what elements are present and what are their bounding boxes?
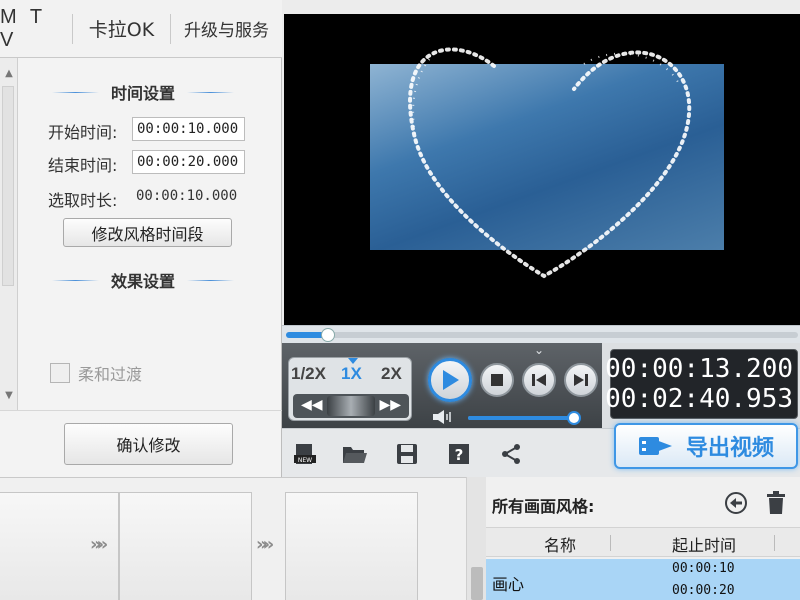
top-tab-bar: M T V 卡拉OK 升级与服务 <box>0 0 282 58</box>
svg-text:NEW: NEW <box>298 457 312 464</box>
prev-frame-button[interactable] <box>522 363 556 397</box>
help-icon[interactable]: ? <box>446 441 472 467</box>
chevron-right-icon: »» <box>256 534 274 555</box>
effect-settings-title: 效果设置 <box>40 268 246 292</box>
column-divider <box>774 535 775 551</box>
svg-text:?: ? <box>455 446 464 464</box>
chevron-down-icon[interactable]: ⌄ <box>534 343 544 357</box>
style-start-time: 00:00:10 <box>672 561 735 576</box>
scroll-up-icon[interactable]: ▲ <box>2 64 16 82</box>
speed-half[interactable]: 1/2X <box>291 364 326 384</box>
panel-divider <box>0 410 282 411</box>
fast-forward-icon[interactable]: ▶▶ <box>379 397 401 413</box>
start-time-label: 开始时间: <box>48 123 118 142</box>
jog-wheel[interactable] <box>327 396 375 416</box>
seek-track[interactable] <box>286 328 798 342</box>
tab-upgrade-service[interactable]: 升级与服务 <box>170 13 282 44</box>
scroll-down-icon[interactable]: ▼ <box>2 386 16 404</box>
scrollbar-thumb[interactable] <box>471 567 483 600</box>
smooth-transition-label: 柔和过渡 <box>78 365 143 384</box>
smooth-transition-checkbox[interactable] <box>50 363 70 383</box>
controls-strip: ⌄ 1/2X 1X 2X ◀◀ ▶▶ <box>282 343 602 428</box>
style-list-panel: 所有画面风格: 名称 起止时间 画心 00:00:10 00:00:20 <box>486 477 800 600</box>
export-video-button[interactable]: 导出视频 <box>614 423 798 469</box>
trash-icon[interactable] <box>764 491 788 515</box>
style-name: 画心 <box>492 575 525 594</box>
seek-handle[interactable] <box>320 328 335 342</box>
storyboard-frame-2[interactable] <box>119 492 252 600</box>
style-list-header: 名称 起止时间 <box>486 527 800 557</box>
current-time: 00:00:13.200 <box>605 354 793 384</box>
style-list-title: 所有画面风格: <box>492 497 595 516</box>
speed-1x[interactable]: 1X <box>341 364 362 384</box>
storyboard-scrollbar[interactable] <box>466 477 486 600</box>
rewind-icon[interactable]: ◀◀ <box>301 397 323 413</box>
share-icon[interactable] <box>498 441 524 467</box>
next-frame-icon <box>574 374 588 386</box>
open-folder-icon[interactable] <box>342 441 368 467</box>
total-time: 00:02:40.953 <box>605 384 793 414</box>
next-frame-button[interactable] <box>564 363 598 397</box>
jog-shuttle[interactable]: ◀◀ ▶▶ <box>293 394 409 418</box>
video-canvas[interactable] <box>284 14 800 325</box>
storyboard-frame-3[interactable] <box>285 492 418 600</box>
stop-icon <box>491 374 503 386</box>
time-display: 00:00:13.200 00:02:40.953 <box>605 349 798 419</box>
app-window: M T V 卡拉OK 升级与服务 ▲ ▼ 时间设置 开始时间: 00:00:10… <box>0 0 800 600</box>
time-settings-title: 时间设置 <box>40 80 246 104</box>
settings-scrollbar[interactable]: ▲ ▼ <box>0 58 18 410</box>
new-icon[interactable]: NEW <box>292 441 318 467</box>
volume-level <box>468 416 574 420</box>
column-time: 起止时间 <box>672 536 737 555</box>
table-row[interactable]: 画心 00:00:10 00:00:20 <box>486 559 800 600</box>
settings-panel: ▲ ▼ 时间设置 开始时间: 00:00:10.000 结束时间: 00:00:… <box>0 58 282 477</box>
play-icon <box>443 370 459 390</box>
column-divider <box>610 535 611 551</box>
confirm-modify-button[interactable]: 确认修改 <box>64 423 233 465</box>
file-toolbar: NEW ? 导出视频 <box>282 423 800 477</box>
export-icon <box>638 437 672 455</box>
tab-karaoke[interactable]: 卡拉OK <box>72 13 170 44</box>
duration-label: 选取时长: <box>48 191 118 210</box>
column-name: 名称 <box>544 536 577 555</box>
seek-bar[interactable] <box>282 325 800 343</box>
duration-value: 00:00:10.000 <box>136 188 238 204</box>
volume-icon[interactable] <box>432 409 454 425</box>
prev-frame-icon <box>532 374 546 386</box>
end-time-input[interactable]: 00:00:20.000 <box>132 150 245 174</box>
back-arrow-icon[interactable] <box>724 491 748 515</box>
start-time-input[interactable]: 00:00:10.000 <box>132 117 245 141</box>
style-end-time: 00:00:20 <box>672 583 735 598</box>
chevron-right-icon: »» <box>90 534 108 555</box>
speed-selector: 1/2X 1X 2X ◀◀ ▶▶ <box>288 357 412 421</box>
play-button[interactable] <box>428 358 472 402</box>
export-video-label: 导出视频 <box>685 436 774 461</box>
end-time-label: 结束时间: <box>48 156 118 175</box>
save-icon[interactable] <box>394 441 420 467</box>
volume-handle[interactable] <box>566 411 581 425</box>
modify-style-period-button[interactable]: 修改风格时间段 <box>63 218 232 247</box>
speed-2x[interactable]: 2X <box>381 364 402 384</box>
scrollbar-thumb[interactable] <box>2 86 14 286</box>
storyboard: »» »» <box>0 477 466 600</box>
stop-button[interactable] <box>480 363 514 397</box>
heart-sparkle-effect <box>408 47 692 279</box>
volume-slider[interactable] <box>468 411 581 425</box>
tab-mtv[interactable]: M T V <box>0 0 72 57</box>
player-controls: ⌄ 1/2X 1X 2X ◀◀ ▶▶ 00:00:13.200 00:02:40… <box>282 343 800 428</box>
video-preview <box>282 0 800 325</box>
